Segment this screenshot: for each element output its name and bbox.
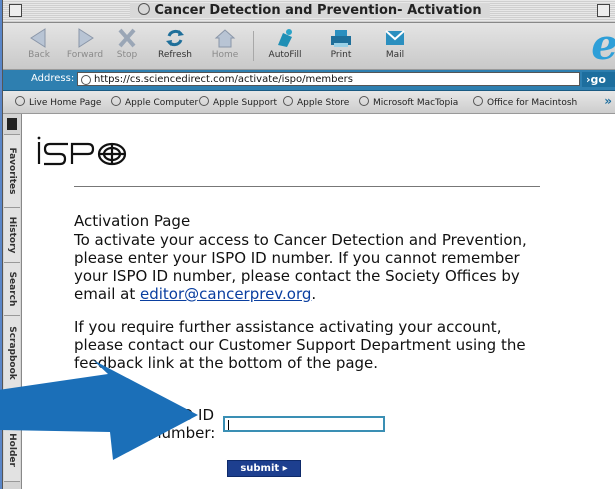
autofill-icon: [278, 29, 292, 47]
text-caret: [228, 420, 229, 430]
mail-icon: [385, 30, 405, 45]
favorite-item[interactable]: Apple Support: [199, 96, 277, 108]
submit-button[interactable]: submit ▸: [227, 460, 301, 477]
autofill-label: AutoFill: [268, 50, 302, 60]
print-button[interactable]: Print: [313, 25, 369, 60]
divider: [74, 186, 540, 187]
zoom-box[interactable]: [597, 4, 610, 17]
address-bar: Address: https://cs.sciencedirect.com/ac…: [3, 70, 615, 91]
home-label: Home: [211, 50, 239, 60]
ispo-logo: [37, 136, 127, 166]
home-button[interactable]: Home: [197, 25, 253, 60]
globe-icon: [473, 96, 483, 106]
sidetab-search[interactable]: Search: [4, 262, 20, 316]
favorite-label: Office for Macintosh: [487, 98, 578, 108]
stop-label: Stop: [116, 50, 138, 60]
sidetab-label: Search: [7, 271, 17, 307]
globe-icon: [199, 96, 209, 106]
toolbar-separator: [253, 31, 254, 61]
globe-icon: [283, 96, 293, 106]
mail-label: Mail: [385, 50, 405, 60]
print-icon: [331, 30, 351, 47]
back-arrow-icon: [30, 28, 46, 48]
toolbar: Back Forward Stop Refresh Home AutoFill …: [3, 23, 615, 70]
favorites-bar: Live Home Page Apple Computer Apple Supp…: [3, 91, 615, 114]
explorer-bar-toggle[interactable]: [7, 118, 17, 130]
contact-email-link[interactable]: editor@cancerprev.org: [140, 285, 311, 303]
forward-label: Forward: [66, 50, 104, 60]
instructions-paragraph: To activate your access to Cancer Detect…: [74, 231, 554, 303]
favorite-item[interactable]: Office for Macintosh: [473, 96, 577, 108]
favorite-label: Apple Support: [213, 98, 278, 108]
favorite-label: Apple Computer: [125, 98, 199, 108]
stop-x-icon: [118, 28, 136, 48]
favorite-item[interactable]: Apple Store: [283, 96, 349, 108]
window-title-text: Cancer Detection and Prevention- Activat…: [154, 3, 482, 18]
favorite-item[interactable]: Apple Computer: [111, 96, 198, 108]
address-field[interactable]: https://cs.sciencedirect.com/activate/is…: [77, 72, 580, 86]
refresh-icon: [166, 29, 184, 47]
ispo-id-input[interactable]: [223, 416, 385, 432]
go-button[interactable]: ›go: [582, 72, 615, 87]
globe-icon: [137, 3, 150, 15]
window-title: Cancer Detection and Prevention- Activat…: [129, 3, 490, 18]
globe-icon: [111, 96, 121, 106]
address-label: Address:: [31, 73, 75, 84]
address-url: https://cs.sciencedirect.com/activate/is…: [94, 74, 353, 85]
home-icon: [214, 29, 236, 48]
globe-icon: [81, 75, 91, 85]
instructions-end: .: [311, 285, 317, 303]
favorite-label: Live Home Page: [29, 98, 102, 108]
favorite-label: Microsoft MacTopia: [373, 98, 459, 108]
mail-button[interactable]: Mail: [367, 25, 423, 60]
close-box[interactable]: [9, 4, 22, 17]
sidetab-label: Favorites: [7, 147, 17, 195]
sidetab-label: History: [7, 216, 17, 254]
pointer-arrow: [0, 360, 198, 460]
go-label: go: [590, 73, 606, 86]
title-bar[interactable]: Cancer Detection and Prevention- Activat…: [3, 0, 615, 23]
globe-icon: [359, 96, 369, 106]
sidetab-history[interactable]: History: [4, 207, 20, 263]
favorite-item[interactable]: Live Home Page: [15, 96, 101, 108]
globe-icon: [15, 96, 25, 106]
forward-arrow-icon: [78, 28, 94, 48]
refresh-button[interactable]: Refresh: [147, 25, 203, 60]
favorite-label: Apple Store: [297, 98, 350, 108]
back-label: Back: [28, 50, 50, 60]
favorite-item[interactable]: Microsoft MacTopia: [359, 96, 458, 108]
autofill-button[interactable]: AutoFill: [257, 25, 313, 60]
explorer-logo-icon: e: [591, 24, 615, 66]
refresh-label: Refresh: [158, 50, 192, 60]
page-title: Activation Page: [74, 212, 191, 230]
more-favorites-icon[interactable]: »: [604, 94, 612, 108]
sidetab-favorites[interactable]: Favorites: [4, 134, 20, 208]
print-label: Print: [330, 50, 352, 60]
